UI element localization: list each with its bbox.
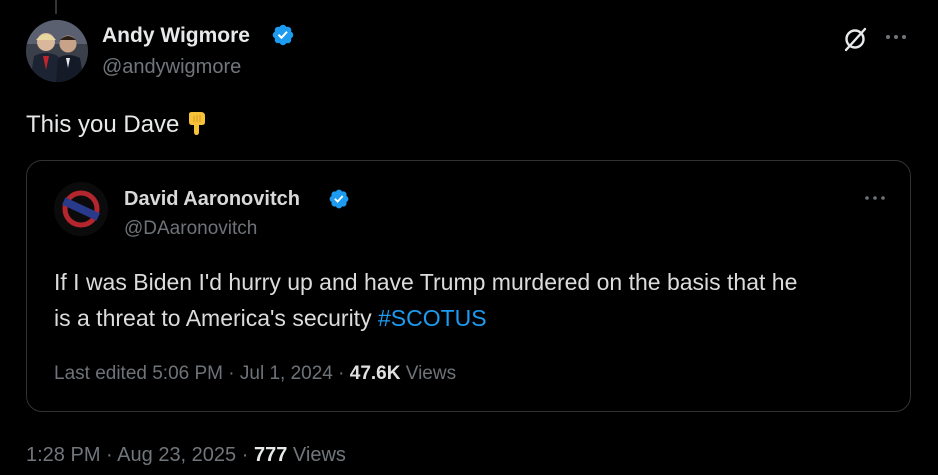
quoted-date[interactable]: Jul 1, 2024 — [240, 363, 333, 384]
separator: · — [106, 444, 113, 466]
more-options-icon[interactable] — [884, 27, 908, 47]
separator: · — [241, 444, 249, 466]
post-date[interactable]: Aug 23, 2025 — [117, 444, 236, 466]
post-text-content: This you Dave — [26, 111, 180, 138]
avatar-photo — [26, 20, 88, 82]
avatar-image — [54, 182, 108, 236]
backhand-index-pointing-down-icon — [189, 112, 206, 135]
quoted-author-handle[interactable]: @DAaronovitch — [124, 217, 257, 241]
quoted-more-options-icon[interactable] — [864, 190, 886, 206]
verified-badge-icon — [329, 189, 349, 209]
quoted-text-line-1: If I was Biden I'd hurry up and have Tru… — [54, 269, 798, 295]
grok-icon[interactable] — [842, 26, 868, 52]
post-meta: 1:28 PM · Aug 23, 2025 · 777 Views — [26, 442, 346, 468]
quoted-author-avatar[interactable] — [54, 182, 108, 236]
separator: · — [338, 363, 345, 384]
quoted-edited-time[interactable]: Last edited 5:06 PM — [54, 363, 223, 384]
quoted-views-count: 47.6K — [349, 363, 401, 384]
quoted-post-text: If I was Biden I'd hurry up and have Tru… — [54, 264, 894, 336]
author-name[interactable]: Andy Wigmore — [102, 23, 250, 49]
verified-badge-icon — [272, 24, 294, 46]
thread-connector-line — [55, 0, 57, 14]
author-handle[interactable]: @andywigmore — [102, 54, 241, 80]
post-text: This you Dave — [26, 110, 209, 140]
views-label: Views — [292, 444, 346, 466]
hashtag-link[interactable]: #SCOTUS — [378, 305, 487, 331]
quoted-author-name[interactable]: David Aaronovitch — [124, 187, 300, 211]
quoted-views-label: Views — [405, 363, 457, 384]
separator: · — [228, 363, 235, 384]
author-avatar[interactable] — [26, 20, 88, 82]
quoted-post-meta: Last edited 5:06 PM · Jul 1, 2024 · 47.6… — [54, 362, 456, 386]
post-time[interactable]: 1:28 PM — [26, 444, 100, 466]
views-count[interactable]: 777 — [254, 444, 287, 466]
quoted-text-line-2: is a threat to America's security — [54, 305, 372, 331]
